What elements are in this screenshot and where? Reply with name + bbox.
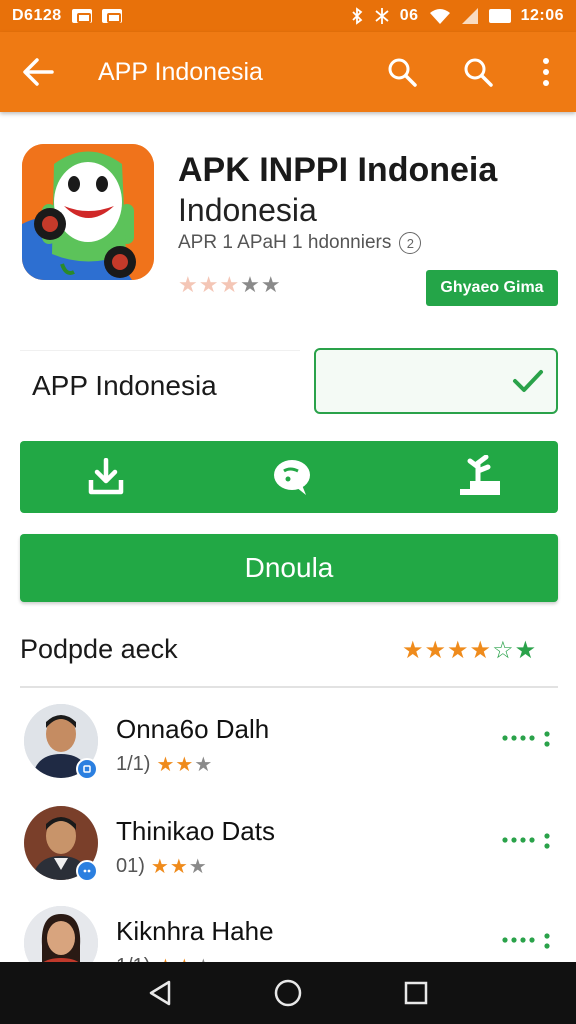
download-button[interactable] [76, 447, 136, 507]
search-button-secondary[interactable] [440, 32, 516, 112]
app-meta: APR 1 APaH 1 hdonniers 2 [178, 232, 422, 254]
recents-square-icon [404, 981, 428, 1005]
search-icon [464, 58, 493, 87]
status-right: 06 12:06 [350, 7, 564, 25]
back-button[interactable] [0, 32, 76, 112]
review-rating-prefix: 1/1) [116, 753, 151, 775]
more-dots-icon [502, 731, 550, 747]
home-circle-icon [274, 979, 302, 1007]
arrow-left-icon [23, 58, 54, 86]
reviews-title: Podpde aeck [20, 634, 178, 664]
cell-signal-icon [461, 7, 479, 25]
check-icon [513, 370, 543, 392]
review-item: Thinikao Dats 01) ★★★ [0, 806, 576, 896]
app-bar-title: APP Indonesia [98, 57, 263, 86]
more-dots-icon [502, 833, 550, 849]
wifi-icon [429, 7, 451, 25]
status-left-text: D6128 [12, 7, 62, 24]
action-bar [20, 441, 558, 513]
app-bar: APP Indonesia [0, 32, 576, 112]
share-button[interactable] [450, 447, 510, 507]
nav-back-button[interactable] [130, 963, 190, 1023]
search-button[interactable] [364, 32, 440, 112]
more-vert-icon [543, 58, 549, 86]
notification-icon [71, 9, 92, 23]
reviewer-name: Thinikao Dats [116, 816, 275, 846]
reviewer-name: Onna6o Dalh [116, 714, 270, 744]
status-time: 12:06 [520, 7, 564, 24]
app-icon [22, 144, 154, 280]
reviews-divider [20, 686, 558, 688]
review-stars: ★★★ [156, 754, 214, 776]
review-more-button[interactable] [500, 930, 554, 954]
app-name-secondary: Indonesia [178, 192, 317, 228]
app-name: APK INPPI Indoneia [178, 151, 498, 189]
nav-home-button[interactable] [258, 963, 318, 1023]
battery-icon [488, 9, 511, 23]
review-stars: ★★★ [150, 856, 208, 878]
review-item: Onna6o Dalh 1/1) ★★★ [0, 704, 576, 794]
review-rating: 1/1) ★★★ [116, 752, 213, 777]
app-rating-stars: ★★★★★ [178, 272, 282, 297]
reviews-stars: ★★★★☆★ [402, 637, 538, 664]
app-name-field: APP Indonesia [20, 350, 300, 420]
review-more-button[interactable] [500, 728, 554, 752]
install-button[interactable]: Dnoula [20, 534, 558, 602]
verified-badge-icon [76, 758, 98, 780]
nav-back-triangle-icon [149, 980, 171, 1006]
search-icon [388, 58, 417, 87]
bluetooth-icon [350, 7, 364, 25]
category-tag-button[interactable]: Ghyaeo Gima [426, 270, 558, 306]
nav-recents-button[interactable] [386, 963, 446, 1023]
share-tree-icon [460, 455, 500, 495]
vibrate-icon [374, 7, 390, 25]
review-rating: 01) ★★★ [116, 854, 208, 879]
chat-icon [274, 460, 310, 495]
download-icon [88, 458, 124, 495]
status-bar: D6128 06 12:06 [0, 0, 576, 32]
navigation-bar [0, 962, 576, 1024]
verified-badge-icon [76, 860, 98, 882]
info-icon[interactable]: 2 [399, 232, 422, 254]
message-icon [101, 9, 122, 23]
chat-button[interactable] [263, 447, 323, 507]
more-dots-icon [502, 933, 550, 949]
signal-text: 06 [399, 7, 419, 24]
status-left: D6128 [12, 7, 122, 25]
review-rating-prefix: 01) [116, 855, 145, 877]
review-more-button[interactable] [500, 830, 554, 854]
app-meta-text: APR 1 APaH 1 hdonniers [178, 232, 392, 253]
reviewer-name: Kiknhra Hahe [116, 916, 274, 946]
confirm-field[interactable] [314, 348, 558, 414]
more-options-button[interactable] [516, 32, 576, 112]
